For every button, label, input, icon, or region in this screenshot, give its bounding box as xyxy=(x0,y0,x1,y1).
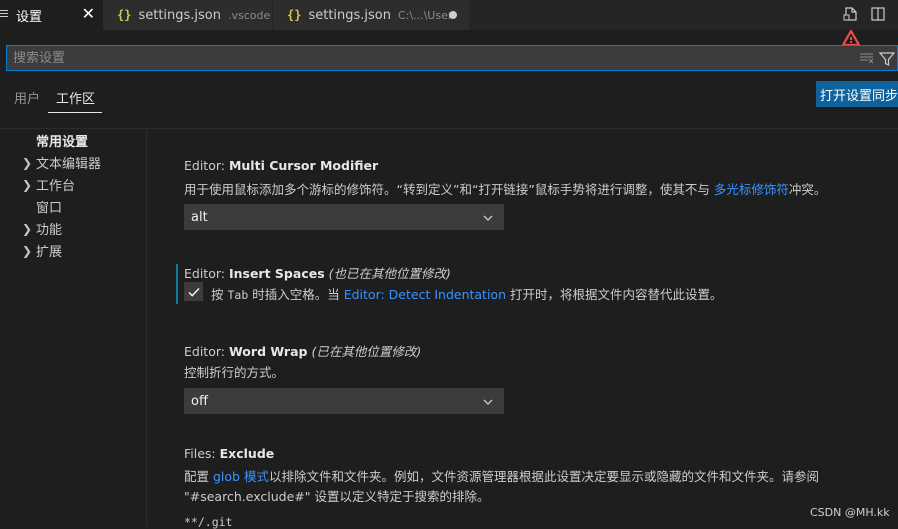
setting-link[interactable]: Editor: Detect Indentation xyxy=(344,287,506,302)
tab-user[interactable]: 用户 xyxy=(14,88,40,107)
tab-label: settings.json xyxy=(138,7,222,23)
select-value: off xyxy=(191,393,208,409)
chevron-right-icon: ❯ xyxy=(22,243,33,258)
setting-link[interactable]: 多光标修饰符 xyxy=(714,182,789,197)
clear-filter-icon[interactable] xyxy=(859,51,875,69)
chevron-right-icon: ❯ xyxy=(22,177,33,192)
chevron-down-icon xyxy=(481,395,495,413)
setting-description: 按 Tab 时插入空格。当 Editor: Detect Indentation… xyxy=(211,287,723,302)
chevron-right-icon: ❯ xyxy=(22,155,33,170)
json-braces-icon: {} xyxy=(287,8,302,22)
filter-icon[interactable] xyxy=(878,51,896,71)
chevron-down-icon xyxy=(481,211,495,229)
modified-elsewhere-note[interactable]: (已在其他位置修改) xyxy=(311,344,421,359)
setting-link[interactable]: glob 模式 xyxy=(213,469,269,484)
tab-settings[interactable]: 设置 ✕ xyxy=(0,0,103,30)
toc-item-workbench[interactable]: ❯ 工作台 xyxy=(22,175,76,195)
setting-title-word-wrap: Editor: Word Wrap (已在其他位置修改) xyxy=(184,344,422,359)
multi-cursor-modifier-select[interactable]: alt xyxy=(184,204,504,230)
setting-description-line2: "#search.exclude#" 设置以定义特定于搜索的排除。 xyxy=(184,489,490,504)
modified-elsewhere-note[interactable]: (也已在其他位置修改) xyxy=(329,266,451,281)
tab-description: C:\...\User xyxy=(398,8,453,22)
setting-title-multi-cursor: Editor: Multi Cursor Modifier xyxy=(184,158,379,173)
json-braces-icon: {} xyxy=(117,8,132,22)
setting-title-insert-spaces: Editor: Insert Spaces (也已在其他位置修改) xyxy=(184,266,451,281)
unsaved-dot-icon[interactable] xyxy=(449,11,457,19)
split-editor-icon[interactable] xyxy=(870,6,886,22)
active-tab-underline xyxy=(48,112,102,113)
tab-workspace[interactable]: 工作区 xyxy=(56,88,95,107)
modified-indicator xyxy=(176,264,178,304)
tab-label: settings.json xyxy=(308,7,392,23)
check-icon xyxy=(187,287,200,297)
turn-on-settings-sync-button[interactable]: 打开设置同步 xyxy=(816,81,898,107)
toc-item-label: 工作台 xyxy=(36,179,76,194)
toc-divider xyxy=(146,128,147,527)
close-icon[interactable]: ✕ xyxy=(82,6,95,22)
word-wrap-select[interactable]: off xyxy=(184,388,504,414)
toc-item-label: 功能 xyxy=(36,223,63,238)
setting-description: 控制折行的方式。 xyxy=(184,365,285,380)
toc-item-features[interactable]: ❯ 功能 xyxy=(22,219,63,239)
chevron-right-icon: ❯ xyxy=(22,221,33,236)
watermark: CSDN @MH.kk xyxy=(810,506,890,519)
open-settings-json-icon[interactable] xyxy=(843,6,859,22)
toc-item-label: 窗口 xyxy=(36,201,63,216)
toc-item-window[interactable]: 窗口 xyxy=(22,197,62,216)
search-input[interactable] xyxy=(13,50,813,66)
header-divider xyxy=(0,128,898,129)
setting-description: 配置 glob 模式以排除文件和文件夹。例如，文件资源管理器根据此设置决定要显示… xyxy=(184,469,819,484)
tab-settings-json-user[interactable]: {} settings.json C:\...\User xyxy=(273,0,469,30)
editor-tab-bar: 设置 ✕ {} settings.json .vscode {} setting… xyxy=(0,0,898,30)
list-settings-icon xyxy=(0,8,10,23)
tab-label: 设置 xyxy=(16,9,43,25)
tab-settings-json-vscode[interactable]: {} settings.json .vscode xyxy=(103,0,273,30)
select-value: alt xyxy=(191,209,208,225)
toc-item-common[interactable]: 常用设置 xyxy=(22,131,88,150)
toc-item-label: 常用设置 xyxy=(36,135,89,150)
toc-item-label: 文本编辑器 xyxy=(36,157,102,172)
toc-item-text-editor[interactable]: ❯ 文本编辑器 xyxy=(22,153,102,173)
toc-item-extensions[interactable]: ❯ 扩展 xyxy=(22,241,63,261)
toc-item-label: 扩展 xyxy=(36,245,63,260)
setting-description: 用于使用鼠标添加多个游标的修饰符。“转到定义”和“打开链接”鼠标手势将进行调整，… xyxy=(184,182,827,197)
insert-spaces-checkbox[interactable] xyxy=(184,282,203,301)
search-settings-field[interactable] xyxy=(6,45,898,71)
setting-title-files-exclude: Files: Exclude xyxy=(184,446,275,461)
tab-description: .vscode xyxy=(228,8,271,22)
